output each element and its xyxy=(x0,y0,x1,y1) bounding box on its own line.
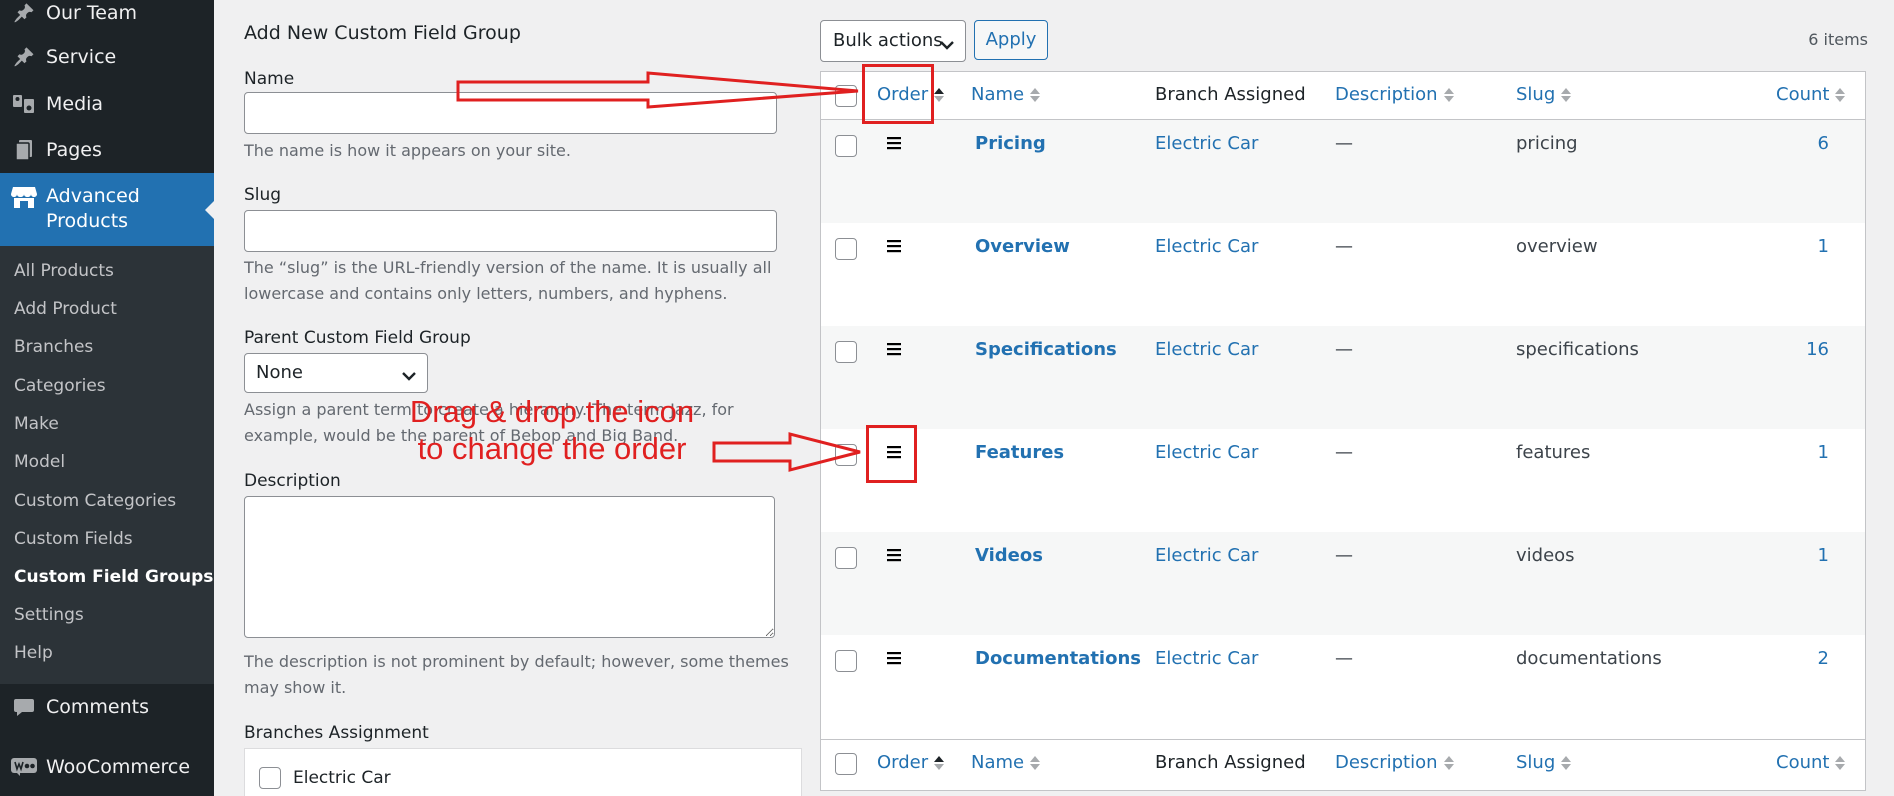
arrow-to-order xyxy=(456,71,859,109)
annotation-arrows xyxy=(456,71,861,472)
arrow-to-handle xyxy=(712,432,861,472)
